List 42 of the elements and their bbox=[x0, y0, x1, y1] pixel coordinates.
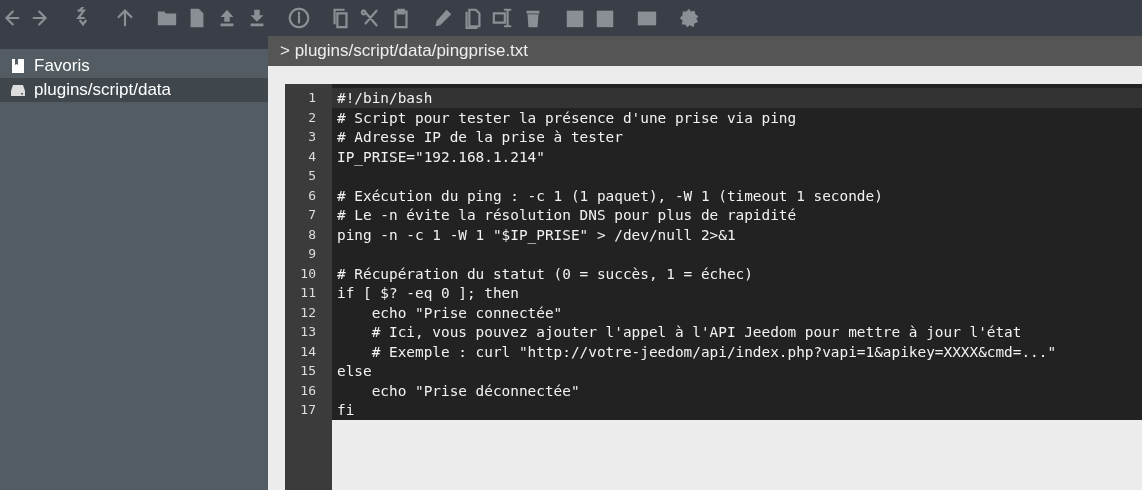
line-number: 6 bbox=[307, 186, 317, 205]
line-number: 8 bbox=[307, 225, 317, 244]
code-line: echo "Prise connectée" bbox=[370, 304, 563, 321]
line-number: 13 bbox=[299, 323, 317, 341]
code-line: # Récupération du statut (0 = succès, 1 = échec) bbox=[337, 265, 753, 282]
line-number: 14 bbox=[299, 342, 317, 361]
line-number: 12 bbox=[299, 303, 317, 322]
code-editor[interactable] bbox=[285, 84, 1142, 490]
line-number: 16 bbox=[299, 381, 317, 400]
line-number: 7 bbox=[307, 206, 317, 224]
line-number: 9 bbox=[307, 245, 317, 263]
code-line: fi bbox=[337, 402, 355, 418]
rename-icon[interactable] bbox=[492, 7, 514, 29]
code-line: # Adresse IP de la prise à tester bbox=[337, 129, 623, 145]
sidebar-item[interactable]: plugins/script/data bbox=[0, 78, 268, 102]
line-number: 4 bbox=[307, 147, 317, 166]
line-number: 3 bbox=[307, 128, 317, 146]
code-line: # Le -n évite la résolution DNS pour plus de rapidité bbox=[337, 207, 797, 223]
code-line: else bbox=[337, 363, 372, 379]
bookmark-icon bbox=[10, 58, 26, 74]
file-path: > plugins/script/data/pingprise.txt bbox=[268, 36, 1142, 66]
code-line: if [ $? -eq 0 ]; then bbox=[337, 285, 519, 301]
code-line: #!/bin/bash bbox=[337, 90, 433, 106]
code-line: # Exécution du ping : -c 1 (1 paquet), -W 1 (timeout 1 seconde) bbox=[337, 187, 883, 204]
code-line: IP_PRISE="192.168.1.214" bbox=[337, 148, 545, 165]
code-line: echo "Prise déconnectée" bbox=[370, 382, 580, 399]
code-line: ping -n -c 1 -W 1 "$IP_PRISE" > /dev/null 2>&1 bbox=[337, 226, 736, 243]
sidebar-item[interactable]: Favoris bbox=[0, 54, 268, 78]
line-number: 1 bbox=[307, 89, 317, 107]
line-number: 5 bbox=[307, 167, 317, 185]
drive-icon bbox=[10, 82, 26, 98]
code-line: # Exemple : curl "http://votre-jeedom/api/index.php?vapi=1&apikey=XXXX&cmd=..." bbox=[370, 343, 1057, 360]
settings-icon[interactable] bbox=[678, 7, 700, 29]
code-line: # Ici, vous pouvez ajouter l'appel à l'API Jeedom pour mettre à jour l'état bbox=[370, 324, 1022, 340]
files-icon[interactable] bbox=[462, 7, 484, 29]
info-icon[interactable] bbox=[288, 7, 310, 29]
line-number: 15 bbox=[299, 362, 317, 380]
line-number: 2 bbox=[307, 108, 317, 127]
code-line: # Script pour tester la présence d'une prise via ping bbox=[337, 109, 797, 126]
line-number: 17 bbox=[299, 401, 317, 419]
line-number: 11 bbox=[299, 284, 317, 302]
line-number: 10 bbox=[299, 264, 317, 283]
